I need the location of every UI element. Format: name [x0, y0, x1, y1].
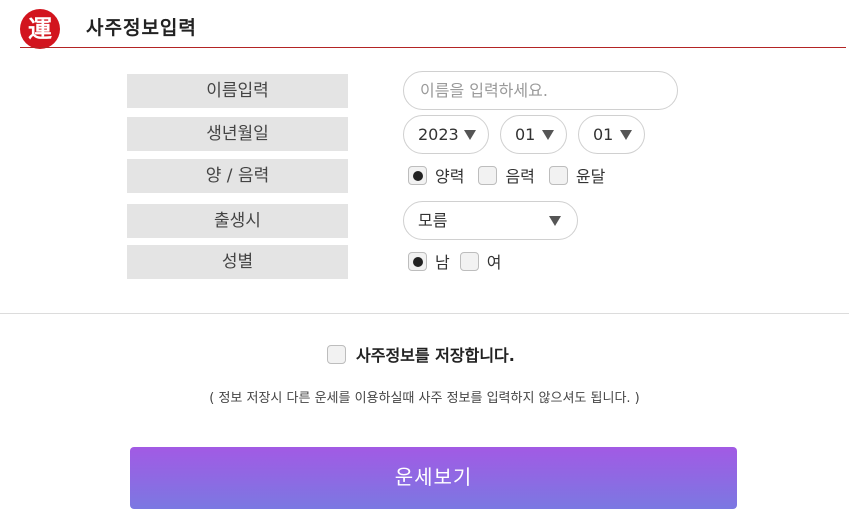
- birth-time-value: 모름: [418, 211, 448, 230]
- birth-month-value: 01: [515, 125, 536, 144]
- radio-unchecked[interactable]: [478, 165, 498, 185]
- label-calendar: 양 / 음력: [127, 159, 348, 193]
- save-notice: ( 정보 저장시 다른 운세를 이용하실때 사주 정보를 입력하지 않으셔도 됩…: [209, 391, 640, 406]
- gender-options: 남 여: [408, 246, 515, 276]
- gender-option-male[interactable]: 남: [408, 249, 450, 273]
- label-gender: 성별: [127, 245, 348, 279]
- label-birth-time: 출생시: [127, 204, 348, 238]
- birth-day-select[interactable]: 01: [578, 115, 645, 154]
- birth-year-value: 2023: [418, 125, 459, 144]
- chevron-down-icon: [542, 130, 554, 140]
- calendar-option-leap[interactable]: 윤달: [548, 163, 606, 187]
- gender-option-label: 남: [435, 253, 450, 272]
- birth-year-select[interactable]: 2023: [403, 115, 489, 154]
- save-label: 사주정보를 저장합니다.: [356, 346, 515, 365]
- radio-checked[interactable]: [408, 165, 427, 185]
- birth-month-select[interactable]: 01: [500, 115, 567, 154]
- name-input[interactable]: [403, 71, 678, 110]
- calendar-option-label: 음력: [505, 167, 535, 186]
- calendar-option-lunar[interactable]: 음력: [478, 163, 535, 187]
- chevron-down-icon: [464, 130, 476, 140]
- gender-option-label: 여: [486, 253, 502, 272]
- label-birth: 생년월일: [127, 117, 348, 151]
- label-name: 이름입력: [127, 74, 348, 108]
- chevron-down-icon: [549, 216, 561, 226]
- gender-option-female[interactable]: 여: [459, 249, 502, 273]
- page-title: 사주정보입력: [86, 17, 197, 39]
- calendar-option-solar[interactable]: 양력: [408, 163, 464, 187]
- birth-time-select[interactable]: 모름: [403, 201, 578, 240]
- header-divider: [20, 47, 846, 48]
- submit-button[interactable]: 운세보기: [130, 447, 737, 509]
- radio-unchecked[interactable]: [548, 165, 568, 185]
- save-info-row[interactable]: 사주정보를 저장합니다.: [327, 342, 515, 366]
- calendar-option-label: 양력: [435, 167, 465, 186]
- birth-day-value: 01: [593, 125, 614, 144]
- radio-checked[interactable]: [408, 251, 427, 271]
- save-checkbox[interactable]: [327, 344, 346, 364]
- calendar-options: 양력 음력 윤달: [408, 160, 619, 190]
- chevron-down-icon: [620, 130, 632, 140]
- logo-icon: 運: [20, 9, 60, 49]
- section-divider: [0, 313, 849, 314]
- header: 運 사주정보입력: [0, 0, 849, 50]
- calendar-option-label: 윤달: [575, 167, 606, 186]
- radio-unchecked[interactable]: [459, 251, 479, 271]
